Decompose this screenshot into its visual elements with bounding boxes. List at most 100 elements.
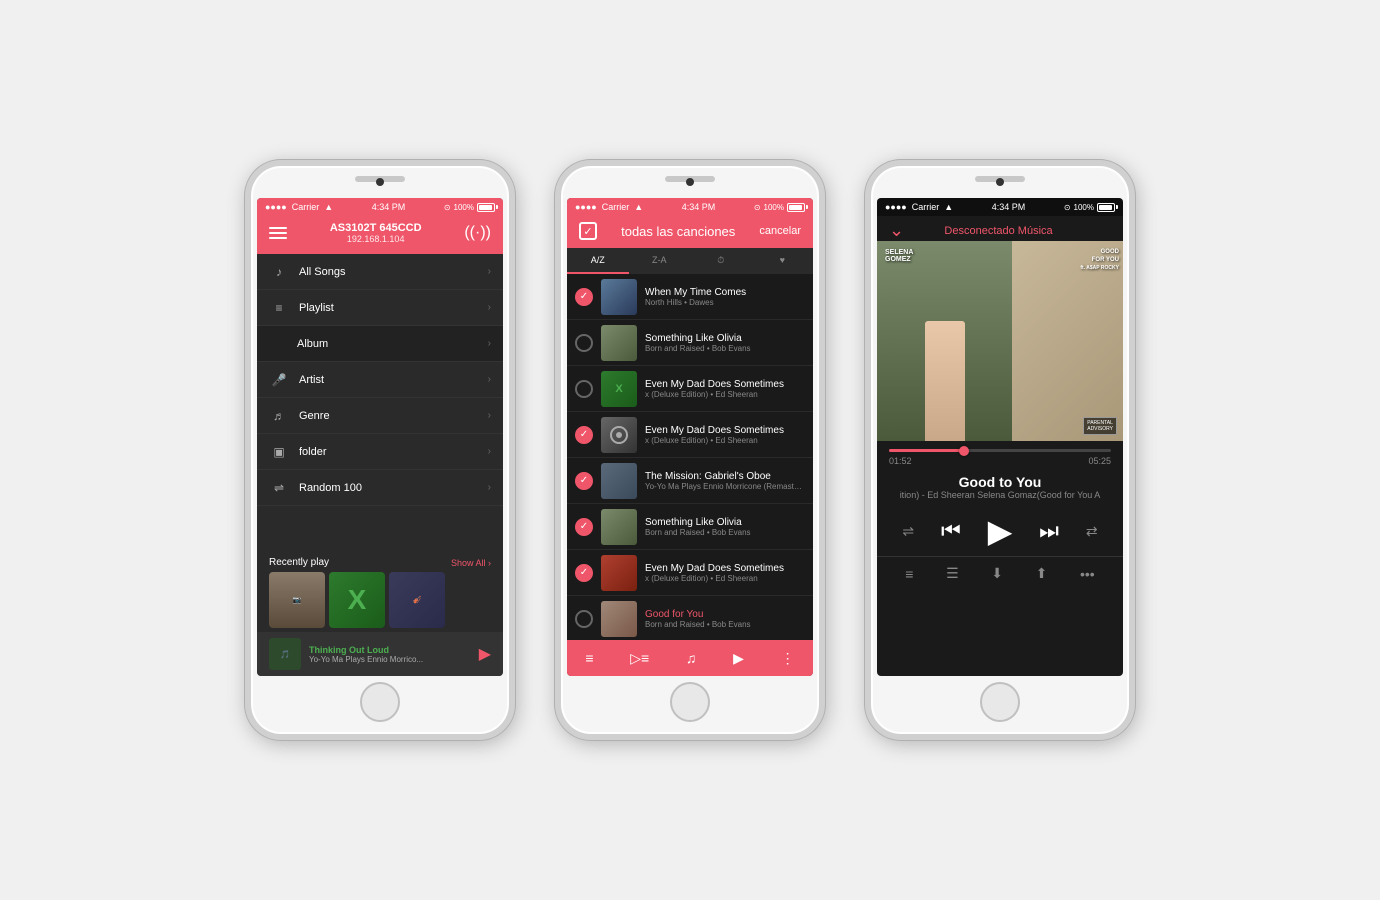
shuffle-button[interactable]: ⇌ (902, 523, 914, 540)
now-playing-bar[interactable]: 🎵 Thinking Out Loud Yo-Yo Ma Plays Ennio… (257, 632, 503, 676)
sort-tab-az-label: A/Z (591, 255, 605, 265)
chevron-icon-7: › (488, 482, 491, 493)
song-checkbox-5[interactable]: ✓ (575, 472, 593, 490)
location-3: ⊙ (1064, 203, 1071, 212)
song-item-4[interactable]: ✓ Even My Dad Does Sometimes x (Deluxe E… (567, 412, 813, 458)
music-note-icon: ♪ (269, 265, 289, 279)
queue-button[interactable]: ≡ (905, 566, 913, 582)
toolbar-add-button[interactable]: ♫ (686, 650, 697, 666)
time-1: 4:34 PM (372, 202, 406, 212)
song-checkbox-1[interactable]: ✓ (575, 288, 593, 306)
song-item-5[interactable]: ✓ The Mission: Gabriel's Oboe Yo-Yo Ma P… (567, 458, 813, 504)
song-item-8[interactable]: Good for You Born and Raised • Bob Evans (567, 596, 813, 640)
song-checkbox-4[interactable]: ✓ (575, 426, 593, 444)
song-item-2[interactable]: Something Like Olivia Born and Raised • … (567, 320, 813, 366)
previous-button[interactable]: ⏮ (941, 518, 961, 544)
menu-label-album: Album (297, 338, 488, 350)
sort-tab-time[interactable]: ⏱ (690, 248, 752, 274)
sort-tab-za[interactable]: Z-A (629, 248, 691, 274)
menu-item-folder[interactable]: ▣ folder › (257, 434, 503, 470)
song-checkbox-7[interactable]: ✓ (575, 564, 593, 582)
play-button[interactable]: ▶ (988, 512, 1013, 550)
wifi-button[interactable]: ((·)) (464, 224, 491, 242)
song-title-7: Even My Dad Does Sometimes (645, 563, 805, 574)
playlist-icon: ≡ (269, 301, 289, 315)
song-checkbox-3[interactable] (575, 380, 593, 398)
status-left-2: ●●●● Carrier ▲ (575, 202, 643, 212)
np-info: Thinking Out Loud Yo-Yo Ma Plays Ennio M… (309, 645, 479, 664)
np-thumb-icon: 🎵 (280, 650, 290, 659)
thumb-2-label: X (348, 584, 367, 616)
song-thumb-7 (601, 555, 637, 591)
hamburger-menu-button[interactable] (269, 227, 287, 239)
thumb-3[interactable]: 🎻 (389, 572, 445, 628)
sort-tab-az[interactable]: A/Z (567, 248, 629, 274)
cancel-button[interactable]: cancelar (759, 225, 801, 237)
shuffle-icon: ⇌ (269, 481, 289, 495)
np-artist: Yo-Yo Ma Plays Ennio Morrico... (309, 655, 479, 664)
more-button[interactable]: ••• (1080, 566, 1095, 582)
download-button[interactable]: ⬇ (991, 565, 1003, 582)
lyrics-button[interactable]: ☰ (946, 565, 959, 582)
time-3: 4:34 PM (992, 202, 1026, 212)
show-all-button[interactable]: Show All › (451, 558, 491, 568)
repeat-button[interactable]: ⇄ (1086, 523, 1098, 540)
menu-item-album[interactable]: Album › (257, 326, 503, 362)
sort-tab-fav[interactable]: ♥ (752, 248, 814, 274)
status-left-3: ●●●● Carrier ▲ (885, 202, 953, 212)
camera-2 (686, 178, 694, 186)
wifi-2: ▲ (634, 202, 643, 212)
camera-1 (376, 178, 384, 186)
song-item-1[interactable]: ✓ When My Time Comes North Hills • Dawes (567, 274, 813, 320)
song-title-4: Even My Dad Does Sometimes (645, 425, 805, 436)
menu-item-artist[interactable]: 🎤 Artist › (257, 362, 503, 398)
song-thumb-1 (601, 279, 637, 315)
progress-times: 01:52 05:25 (889, 456, 1111, 466)
status-bar-2: ●●●● Carrier ▲ 4:34 PM ⊙ 100% (567, 198, 813, 216)
good-for-you-text: GOODFOR YOUft. A$AP ROCKY (1080, 249, 1119, 272)
phone-1: ●●●● Carrier ▲ 4:34 PM ⊙ 100% (245, 160, 515, 740)
show-all-text: Show All (451, 558, 486, 568)
song-checkbox-2[interactable] (575, 334, 593, 352)
song-title-3: Even My Dad Does Sometimes (645, 379, 805, 390)
toolbar-more-button[interactable]: ⋮ (781, 650, 795, 667)
next-button[interactable]: ⏭ (1039, 518, 1059, 544)
recently-play-label: Recently play (269, 557, 329, 568)
song-artist-1: North Hills • Dawes (645, 298, 805, 307)
carrier-3: Carrier (912, 202, 940, 212)
album-art-large: SELENAGOMEZ GOODFOR YOUft. A$AP ROCKY PA… (877, 241, 1123, 441)
dropdown-chevron-icon[interactable]: ⌄ (889, 220, 904, 241)
song-artist-5: Yo-Yo Ma Plays Ennio Morricone (Remaster… (645, 482, 805, 491)
thumb-2[interactable]: X (329, 572, 385, 628)
toolbar-filter-button[interactable]: ≡ (585, 650, 593, 666)
toolbar-queue-button[interactable]: ▷≡ (630, 650, 649, 667)
menu-label-folder: folder (299, 446, 488, 458)
progress-bar-container[interactable] (889, 449, 1111, 452)
chevron-icon-3: › (488, 338, 491, 349)
status-left-1: ●●●● Carrier ▲ (265, 202, 333, 212)
phone2-header: todas las canciones cancelar (567, 216, 813, 248)
thumb-1[interactable]: 📷 (269, 572, 325, 628)
figure-art (925, 321, 965, 441)
chevron-icon-4: › (488, 374, 491, 385)
song-item-6[interactable]: ✓ Something Like Olivia Born and Raised … (567, 504, 813, 550)
song-item-7[interactable]: ✓ Even My Dad Does Sometimes x (Deluxe E… (567, 550, 813, 596)
toolbar-play-button[interactable]: ▶ (733, 650, 744, 667)
sort-tabs: A/Z Z-A ⏱ ♥ (567, 248, 813, 274)
song-checkbox-8[interactable] (575, 610, 593, 628)
chevron-icon-6: › (488, 446, 491, 457)
menu-item-genre[interactable]: ♬ Genre › (257, 398, 503, 434)
song-item-3[interactable]: X Even My Dad Does Sometimes x (Deluxe E… (567, 366, 813, 412)
select-all-checkbox[interactable] (579, 222, 597, 240)
menu-item-random[interactable]: ⇌ Random 100 › (257, 470, 503, 506)
share-button[interactable]: ⬆ (1036, 565, 1048, 582)
device-ip: 192.168.1.104 (330, 234, 422, 244)
song-checkbox-6[interactable]: ✓ (575, 518, 593, 536)
thumb-3-label: 🎻 (411, 594, 424, 606)
battery-text-1: 100% (454, 203, 474, 212)
phone-2: ●●●● Carrier ▲ 4:34 PM ⊙ 100% todas las (555, 160, 825, 740)
menu-item-playlist[interactable]: ≡ Playlist › (257, 290, 503, 326)
np-play-button[interactable]: ▶ (479, 644, 491, 664)
menu-item-all-songs[interactable]: ♪ All Songs › (257, 254, 503, 290)
parental-advisory-label: PARENTALADVISORY (1083, 417, 1117, 435)
